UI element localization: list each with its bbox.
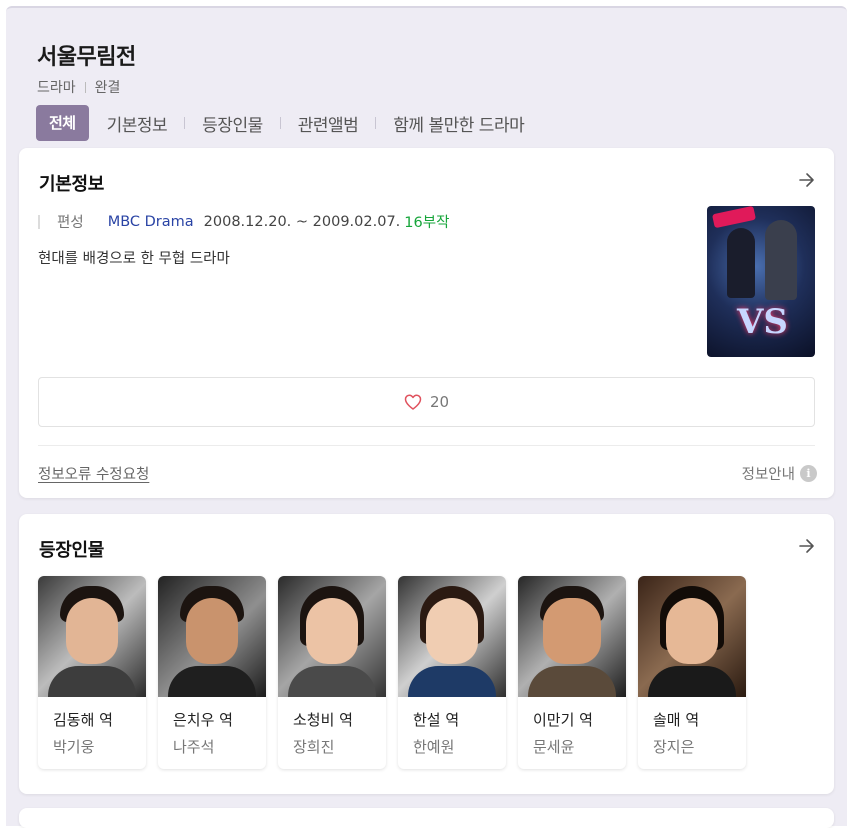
tab-basic-info[interactable]: 기본정보 [107,111,168,136]
photo-face [666,598,718,664]
character-photo [398,576,506,697]
poster-vs-graphic: VS [737,302,788,342]
character-card[interactable]: 김동해 역 박기웅 [38,576,146,769]
arrow-right-icon[interactable] [798,171,816,189]
character-photo [38,576,146,697]
character-role: 이만기 역 [533,711,593,729]
basic-info-card: 기본정보 편성 MBC Drama 2008.12.20. ~ 2009.02.… [19,148,834,498]
character-role: 솔매 역 [653,711,700,729]
character-role: 은치우 역 [173,711,233,729]
characters-card: 등장인물 김동해 역 박기웅 은치우 역 나주석 소청비 역 장희진 한설 역 … [19,514,834,794]
info-circle-icon: i [800,465,817,482]
character-photo [518,576,626,697]
character-role: 한설 역 [413,711,460,729]
meta-divider [84,81,86,93]
photo-face [543,598,601,664]
like-count: 20 [429,393,450,411]
characters-title[interactable]: 등장인물 [39,536,104,562]
tab-divider [375,117,377,129]
character-actor: 장지은 [653,738,695,756]
heart-outline-icon [404,394,422,410]
photo-face [426,598,478,664]
tab-divider [279,117,281,129]
drama-description: 현대를 배경으로 한 무협 드라마 [38,251,230,267]
genre-label: 드라마 [37,80,76,96]
character-role: 소청비 역 [293,711,353,729]
character-card[interactable]: 은치우 역 나주석 [158,576,266,769]
photo-body [288,666,376,697]
photo-face [306,598,358,664]
next-section-card [19,808,834,828]
tab-bar: 전체 기본정보 등장인물 관련앨범 함께 볼만한 드라마 [36,105,525,141]
report-error-link[interactable]: 정보오류 수정요청 [38,463,149,484]
arrow-right-icon[interactable] [798,537,816,555]
section-divider [38,445,815,446]
tab-recommended-dramas[interactable]: 함께 볼만한 드라마 [393,111,524,136]
poster-logo [712,206,756,229]
poster-figure [727,228,755,298]
character-photo [638,576,746,697]
photo-body [648,666,736,697]
info-row-marker [38,214,40,229]
channel-link[interactable]: MBC Drama [108,214,194,230]
photo-body [408,666,496,697]
character-card[interactable]: 이만기 역 문세윤 [518,576,626,769]
character-card[interactable]: 한설 역 한예원 [398,576,506,769]
character-actor: 장희진 [293,738,335,756]
basic-info-title[interactable]: 기본정보 [39,170,104,196]
character-actor: 박기웅 [53,738,95,756]
photo-face [66,598,118,664]
tab-divider [184,117,186,129]
character-photo [278,576,386,697]
photo-body [528,666,616,697]
broadcast-label: 편성 [57,215,84,231]
episode-count: 16부작 [404,215,450,231]
poster-figure [765,220,797,300]
character-actor: 나주석 [173,738,215,756]
broadcast-info-row: 편성 MBC Drama 2008.12.20. ~ 2009.02.07. 1… [38,211,449,232]
character-list: 김동해 역 박기웅 은치우 역 나주석 소청비 역 장희진 한설 역 한예원 이… [38,576,758,769]
character-actor: 문세윤 [533,738,575,756]
photo-body [48,666,136,697]
info-guide-button[interactable]: 정보안내 i [742,463,817,484]
character-card[interactable]: 솔매 역 장지은 [638,576,746,769]
tab-all[interactable]: 전체 [36,105,89,141]
character-card[interactable]: 소청비 역 장희진 [278,576,386,769]
status-label: 완결 [94,80,121,96]
character-photo [158,576,266,697]
broadcast-period: 2008.12.20. ~ 2009.02.07. [203,213,401,230]
character-role: 김동해 역 [53,711,113,729]
photo-face [186,598,238,664]
page-title: 서울무림전 [37,45,136,70]
info-guide-label: 정보안내 [741,467,795,483]
drama-meta: 드라마 완결 [37,77,120,97]
like-button[interactable]: 20 [38,377,815,427]
tab-characters[interactable]: 등장인물 [202,111,263,136]
photo-body [168,666,256,697]
character-actor: 한예원 [413,738,455,756]
drama-poster[interactable]: VS [707,206,815,357]
tab-related-albums[interactable]: 관련앨범 [298,111,359,136]
